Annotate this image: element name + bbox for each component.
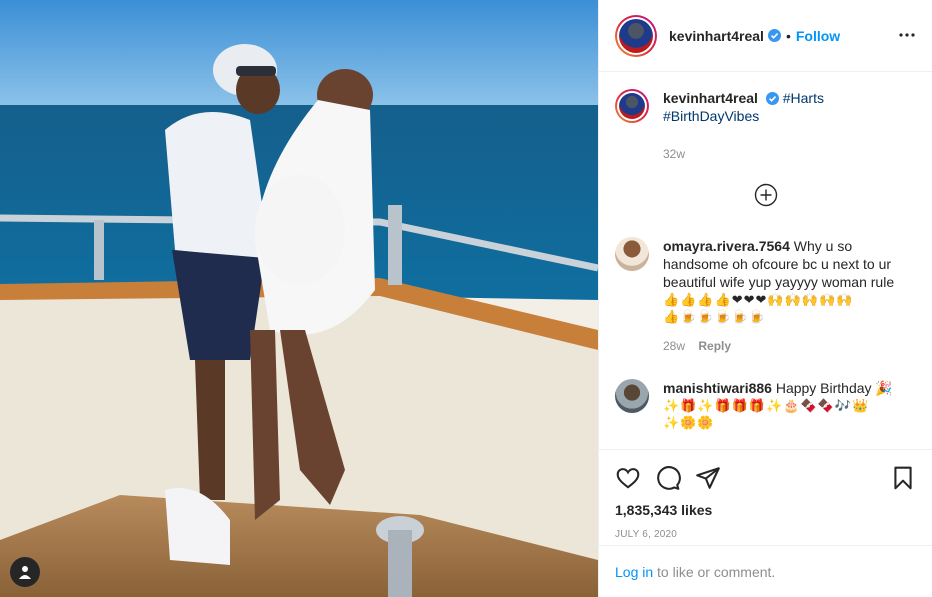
comment-body: omayra.rivera.7564 Why u so handsome oh …	[663, 237, 916, 355]
comment-meta: 28w Reply	[663, 337, 916, 355]
comments-section: kevinhart4real #Harts #BirthDayVibes 32w	[599, 73, 932, 448]
reply-button[interactable]: Reply	[698, 339, 731, 353]
load-more-icon[interactable]	[754, 183, 778, 207]
comment-time[interactable]: 28w	[663, 339, 685, 353]
login-link[interactable]: Log in	[615, 564, 653, 580]
post-side-panel: kevinhart4real • Follow kevinhart4real #…	[598, 0, 932, 597]
author-username[interactable]: kevinhart4real	[669, 28, 764, 44]
comment-icon[interactable]	[655, 465, 681, 491]
comment-item: manishtiwari886 Happy Birthday 🎉 ✨🎁✨🎁🎁🎁✨…	[615, 379, 916, 431]
verified-badge-icon	[767, 29, 781, 42]
comment-emojis: 👍👍👍👍❤❤❤🙌🙌🙌🙌🙌	[663, 292, 854, 307]
login-prompt-text: to like or comment.	[653, 564, 776, 580]
follow-button[interactable]: Follow	[796, 28, 840, 44]
likes-count[interactable]: 1,835,343 likes	[615, 502, 916, 518]
commenter-avatar[interactable]	[615, 379, 649, 413]
verified-badge-icon	[765, 92, 779, 105]
comment-emojis-2: 👍🍺🍺🍺🍺🍺	[663, 309, 767, 324]
photo-scene	[0, 0, 598, 597]
user-tag-icon	[19, 566, 31, 579]
caption-avatar[interactable]	[615, 89, 649, 123]
caption-time[interactable]: 32w	[663, 145, 824, 163]
caption-body: kevinhart4real #Harts #BirthDayVibes 32w	[663, 89, 824, 163]
hashtag-birthdayvibes[interactable]: #BirthDayVibes	[663, 108, 759, 124]
hashtag-harts[interactable]: #Harts	[783, 90, 824, 106]
save-bookmark-icon[interactable]	[890, 465, 916, 491]
action-icons	[615, 458, 916, 498]
more-options-icon[interactable]	[898, 26, 916, 44]
caption-username[interactable]: kevinhart4real	[663, 90, 758, 106]
tagged-users-button[interactable]	[10, 557, 40, 587]
post-dialog: kevinhart4real • Follow kevinhart4real #…	[0, 0, 932, 597]
commenter-avatar[interactable]	[615, 237, 649, 271]
post-header: kevinhart4real • Follow	[599, 0, 932, 72]
login-prompt: Log in to like or comment.	[599, 545, 932, 597]
comment-body: manishtiwari886 Happy Birthday 🎉 ✨🎁✨🎁🎁🎁✨…	[663, 379, 893, 431]
post-photo[interactable]	[0, 0, 598, 597]
author-avatar[interactable]	[615, 14, 657, 57]
comment-text: Happy Birthday 🎉	[775, 380, 893, 396]
like-heart-icon[interactable]	[615, 465, 641, 491]
comment-emojis-2: ✨🌼🌼	[663, 415, 715, 430]
share-send-icon[interactable]	[695, 465, 721, 491]
commenter-username[interactable]: omayra.rivera.7564	[663, 238, 790, 254]
post-date[interactable]: JULY 6, 2020	[615, 529, 916, 540]
comment-item: omayra.rivera.7564 Why u so handsome oh …	[615, 237, 916, 355]
comment-emojis: ✨🎁✨🎁🎁🎁✨🎂🍫🍫🎶👑	[663, 398, 870, 413]
caption: kevinhart4real #Harts #BirthDayVibes 32w	[615, 89, 916, 169]
separator-dot: •	[785, 27, 791, 44]
load-more-comments[interactable]	[599, 183, 932, 207]
commenter-username[interactable]: manishtiwari886	[663, 380, 772, 396]
post-actions: 1,835,343 likes JULY 6, 2020	[599, 449, 932, 540]
